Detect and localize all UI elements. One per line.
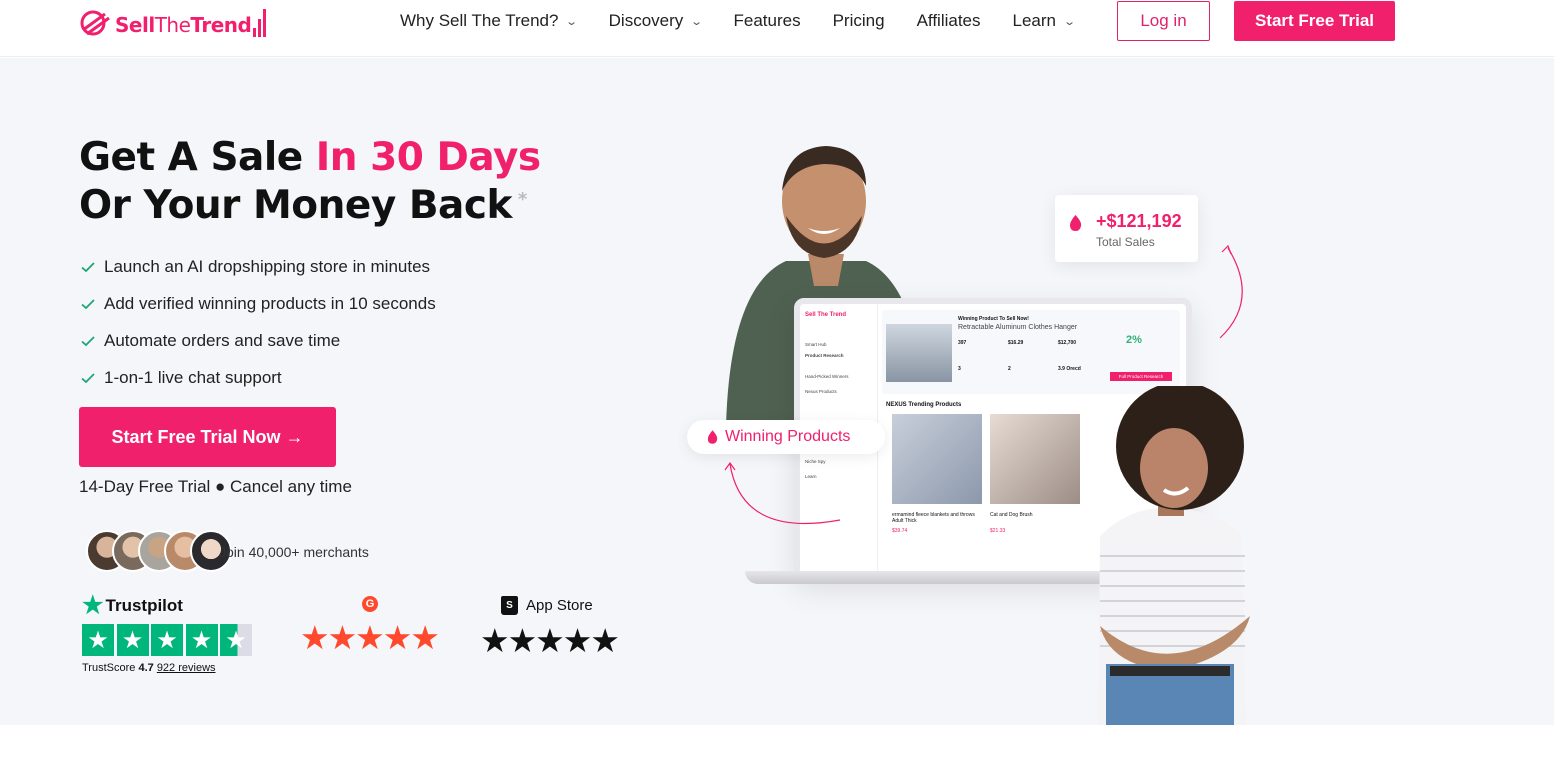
merchant-avatars: [86, 530, 232, 574]
start-free-trial-now-button[interactable]: Start Free Trial Now →: [79, 407, 336, 467]
star-icon: ★: [82, 624, 114, 656]
total-sales-amount: +$121,192: [1096, 211, 1182, 231]
trustpilot-rating[interactable]: ★ Trustpilot ★ ★ ★ ★ ★ TrustScore 4.7 922…: [82, 594, 255, 674]
chevron-down-icon: ⌄: [1063, 15, 1077, 28]
trustpilot-star-icon: ★: [82, 592, 104, 619]
app-store-stars: ★★★★★: [480, 622, 620, 659]
curved-arrow-icon: [724, 461, 841, 525]
feature-bullets: Launch an AI dropshipping store in minut…: [80, 248, 436, 396]
list-item: 1-on-1 live chat support: [80, 359, 436, 396]
start-free-trial-button[interactable]: Start Free Trial: [1234, 1, 1395, 41]
headline-accent: In 30 Days: [315, 135, 541, 180]
asterisk-footnote: *: [517, 189, 527, 210]
chevron-down-icon: ⌄: [690, 15, 704, 28]
trustpilot-stars: ★ ★ ★ ★ ★: [82, 624, 255, 656]
merchants-count: Join 40,000+ merchants: [219, 544, 369, 560]
brand-logo[interactable]: Sell The Trend: [79, 7, 267, 39]
g2-stars: ★★★★★: [300, 619, 440, 656]
half-star-icon: ★: [220, 624, 252, 656]
total-sales-label: Total Sales: [1096, 235, 1155, 249]
trustscore: TrustScore 4.7 922 reviews: [82, 662, 216, 674]
star-icon: ★: [185, 624, 218, 656]
g2-rating: G ★★★★★: [300, 596, 440, 656]
logo-wordmark: Sell The Trend: [115, 9, 267, 37]
top-navigation: Sell The Trend Why Sell The Trend? ⌄ Discov…: [0, 0, 1554, 57]
check-icon: [81, 298, 95, 309]
star-icon: ★: [151, 624, 183, 656]
winning-products-badge: Winning Products: [687, 420, 885, 454]
logo-swoosh-icon: [80, 10, 110, 36]
nav-item-discovery[interactable]: Discovery ⌄: [609, 11, 704, 31]
flame-icon: [1069, 215, 1082, 231]
app-store-rating: S App Store ★★★★★: [480, 596, 620, 659]
trustpilot-name: Trustpilot: [105, 596, 183, 615]
list-item: Add verified winning products in 10 seco…: [80, 285, 436, 322]
nav-item-features[interactable]: Features: [734, 11, 801, 31]
hero-headline: Get A Sale In 30 Days Or Your Money Back…: [79, 135, 541, 228]
check-icon: [81, 261, 95, 272]
chevron-down-icon: ⌄: [565, 15, 579, 28]
app-store-name: App Store: [526, 597, 593, 614]
logo-bars-icon: [253, 9, 267, 37]
winning-product-banner: Winning Product To Sell Now! Retractable…: [882, 310, 1180, 394]
star-icon: ★: [116, 624, 149, 656]
check-icon: [81, 335, 95, 346]
total-sales-card: +$121,192 Total Sales: [1055, 195, 1198, 262]
g2-logo-icon: G: [362, 596, 378, 612]
woman-photo: [1098, 386, 1250, 725]
product-card: Cat and Dog Brush $21.33: [990, 414, 1080, 534]
nav-links: Why Sell The Trend? ⌄ Discovery ⌄ Features…: [400, 0, 1106, 42]
hero-section: Get A Sale In 30 Days Or Your Money Back…: [0, 58, 1554, 725]
nav-item-affiliates[interactable]: Affiliates: [917, 11, 981, 31]
login-button[interactable]: Log in: [1117, 1, 1210, 41]
list-item: Launch an AI dropshipping store in minut…: [80, 248, 436, 285]
list-item: Automate orders and save time: [80, 322, 436, 359]
nav-item-pricing[interactable]: Pricing: [833, 11, 885, 31]
shopify-bag-icon: S: [501, 596, 518, 615]
nav-item-learn[interactable]: Learn ⌄: [1013, 11, 1077, 31]
reviews-link[interactable]: 922 reviews: [157, 662, 216, 674]
trial-note: 14-Day Free Trial ● Cancel any time: [79, 477, 352, 496]
flame-icon: [707, 430, 718, 444]
check-icon: [81, 372, 95, 383]
product-card: ermamind fleece blankets and throws Adul…: [892, 414, 982, 534]
curved-arrow-icon: [1219, 244, 1243, 339]
nav-item-why-sell-the-trend[interactable]: Why Sell The Trend? ⌄: [400, 11, 579, 31]
